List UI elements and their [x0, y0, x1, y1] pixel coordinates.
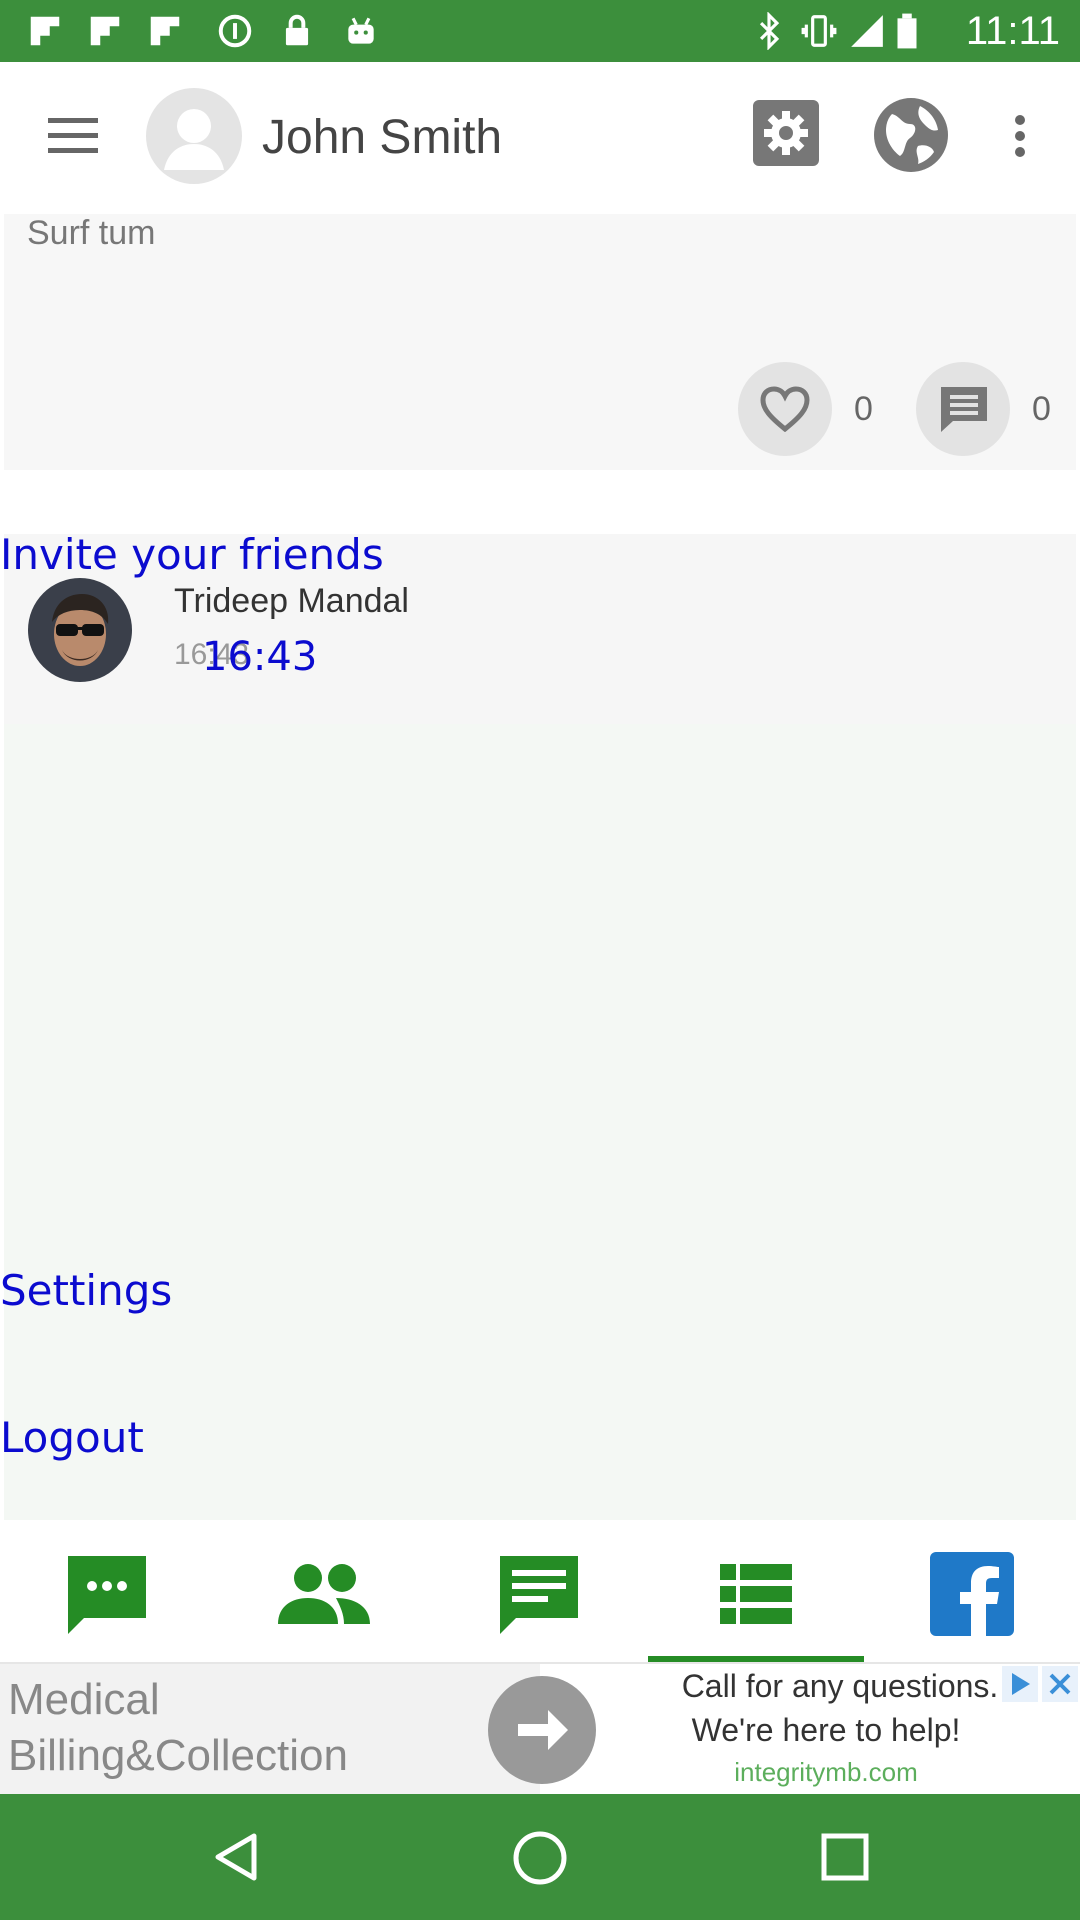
- recents-icon[interactable]: [820, 1832, 870, 1882]
- lock-icon: [285, 14, 309, 46]
- drawer: [4, 534, 1076, 1520]
- avatar[interactable]: [146, 88, 242, 184]
- status-bar: 11:11: [0, 0, 1080, 62]
- vibrate-icon: [801, 15, 837, 47]
- chat-icon: [68, 1556, 146, 1634]
- heart-icon: [760, 386, 810, 432]
- system-nav-bar: [0, 1794, 1080, 1920]
- contact-name[interactable]: Trideep Mandal: [174, 582, 409, 621]
- bottom-tab-bar: [0, 1522, 1080, 1664]
- ad-title-line2: Billing&Collection: [8, 1731, 348, 1780]
- flipboard-icon: [90, 16, 120, 46]
- battery-icon: [897, 13, 917, 49]
- comment-icon: [941, 387, 987, 432]
- ad-banner[interactable]: Medical Billing&Collection Call for any …: [0, 1664, 1080, 1794]
- comment-button[interactable]: [916, 362, 1010, 456]
- post-card: Surf tum 0 0: [4, 214, 1076, 470]
- ad-domain: integritymb.com: [734, 1757, 918, 1787]
- tab-people[interactable]: [216, 1522, 432, 1662]
- settings-link[interactable]: Settings: [0, 1266, 172, 1316]
- tab-messages[interactable]: [432, 1522, 648, 1662]
- ad-choices-icon[interactable]: [1002, 1666, 1038, 1702]
- contact-avatar[interactable]: [28, 578, 132, 682]
- bluetooth-icon: [759, 12, 780, 50]
- facebook-icon: [930, 1552, 1014, 1636]
- comment-count: 0: [1032, 390, 1051, 428]
- more-vert-icon[interactable]: [1012, 114, 1028, 158]
- globe-icon[interactable]: [872, 96, 950, 174]
- ad-line2: We're here to help!: [691, 1712, 961, 1748]
- ad-title-line1: Medical: [8, 1675, 160, 1724]
- settings-icon[interactable]: [753, 100, 819, 166]
- tab-chat[interactable]: [0, 1522, 216, 1662]
- logout-link[interactable]: Logout: [0, 1413, 144, 1463]
- user-name[interactable]: John Smith: [262, 108, 502, 168]
- messages-icon: [500, 1556, 578, 1634]
- back-icon[interactable]: [212, 1832, 262, 1882]
- home-icon[interactable]: [512, 1830, 568, 1886]
- contact-time: 16:43: [202, 634, 318, 680]
- ad-arrow-icon[interactable]: [488, 1676, 596, 1784]
- tab-active-indicator: [648, 1656, 864, 1662]
- people-icon: [278, 1564, 370, 1624]
- data-saver-icon: [218, 14, 252, 48]
- post-text: Surf tum: [27, 214, 156, 252]
- tab-facebook[interactable]: [864, 1522, 1080, 1662]
- android-icon: [348, 17, 374, 44]
- status-time: 11:11: [965, 9, 1060, 53]
- like-count: 0: [854, 390, 873, 428]
- tab-list[interactable]: [648, 1522, 864, 1662]
- invite-friends-link[interactable]: Invite your friends: [0, 530, 384, 580]
- app-bar: John Smith: [0, 62, 1080, 212]
- menu-icon[interactable]: [48, 118, 98, 154]
- flipboard-icon: [30, 16, 60, 46]
- ad-close-icon[interactable]: [1042, 1666, 1078, 1702]
- flipboard-icon: [150, 16, 180, 46]
- signal-icon: [851, 15, 883, 47]
- list-icon: [720, 1564, 792, 1624]
- like-button[interactable]: [738, 362, 832, 456]
